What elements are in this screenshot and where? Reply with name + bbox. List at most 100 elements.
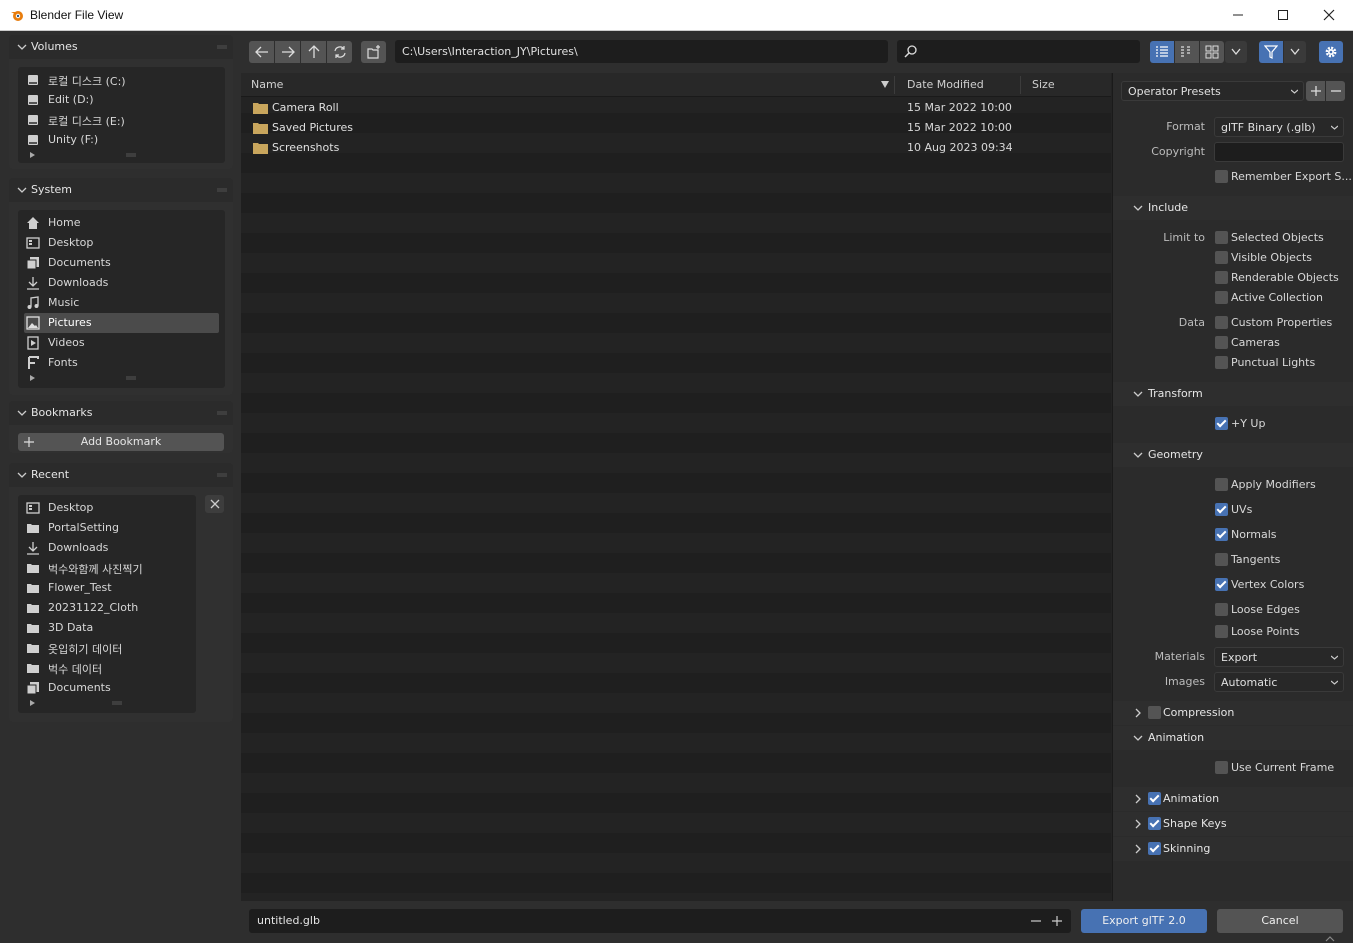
subsection-skinning[interactable]: Skinning: [1113, 837, 1353, 861]
recent-item-portalsetting[interactable]: PortalSetting: [24, 518, 192, 538]
recent-item-documents[interactable]: Documents: [24, 678, 192, 698]
tangents-checkbox[interactable]: [1215, 553, 1228, 566]
file-row[interactable]: Screenshots 10 Aug 2023 09:34: [241, 138, 1111, 158]
refresh-button[interactable]: [327, 41, 352, 63]
apply-modifiers-checkbox[interactable]: [1215, 478, 1228, 491]
normals-checkbox[interactable]: [1215, 528, 1228, 541]
display-list-vertical-button[interactable]: [1150, 41, 1174, 63]
recent-item-desktop[interactable]: Desktop: [24, 498, 192, 518]
sidebar-item-videos[interactable]: Videos: [24, 333, 219, 353]
images-dropdown[interactable]: Automatic: [1214, 672, 1344, 692]
operator-presets-dropdown[interactable]: Operator Presets: [1121, 81, 1304, 101]
drag-grip-icon[interactable]: [217, 45, 227, 49]
sidebar-item-desktop[interactable]: Desktop: [24, 233, 219, 253]
column-size[interactable]: Size: [1032, 78, 1055, 91]
parent-directory-button[interactable]: [301, 41, 326, 63]
back-button[interactable]: [249, 41, 274, 63]
renderable-objects-checkbox[interactable]: [1215, 271, 1228, 284]
bookmarks-header[interactable]: Bookmarks: [9, 401, 233, 425]
recent-item-3d-data[interactable]: 3D Data: [24, 618, 192, 638]
resize-grip-icon[interactable]: [112, 701, 122, 705]
clear-recent-button[interactable]: [205, 495, 224, 513]
compression-checkbox[interactable]: [1148, 706, 1161, 719]
chevron-up-icon[interactable]: [1325, 935, 1335, 942]
volume-item-f[interactable]: Unity (F:): [24, 130, 219, 150]
visible-objects-checkbox[interactable]: [1215, 251, 1228, 264]
vertex-colors-checkbox[interactable]: [1215, 578, 1228, 591]
recent-item-dressup[interactable]: 옷입히기 데이터: [24, 638, 192, 658]
column-date-modified[interactable]: Date Modified: [907, 78, 984, 91]
recent-item-flower-test[interactable]: Flower_Test: [24, 578, 192, 598]
expand-arrow-icon[interactable]: [30, 375, 35, 381]
drag-grip-icon[interactable]: [217, 411, 227, 415]
sidebar-item-pictures[interactable]: Pictures: [24, 313, 219, 333]
skinning-checkbox[interactable]: [1148, 842, 1161, 855]
expand-arrow-icon[interactable]: [30, 152, 35, 158]
copyright-input[interactable]: [1214, 142, 1344, 162]
loose-edges-checkbox[interactable]: [1215, 603, 1228, 616]
section-animation[interactable]: Animation: [1113, 726, 1353, 750]
shape-keys-checkbox[interactable]: [1148, 817, 1161, 830]
drag-grip-icon[interactable]: [217, 188, 227, 192]
section-compression[interactable]: Compression: [1113, 701, 1353, 725]
selected-objects-checkbox[interactable]: [1215, 231, 1228, 244]
expand-arrow-icon[interactable]: [30, 700, 35, 706]
animation-checkbox[interactable]: [1148, 792, 1161, 805]
recent-item-cloth[interactable]: 20231122_Cloth: [24, 598, 192, 618]
file-row[interactable]: Saved Pictures 15 Mar 2022 10:00: [241, 118, 1111, 138]
section-include[interactable]: Include: [1113, 196, 1353, 220]
settings-toggle-button[interactable]: [1319, 41, 1343, 63]
filter-options-dropdown[interactable]: [1284, 41, 1306, 63]
column-name[interactable]: Name: [251, 78, 283, 91]
new-directory-button[interactable]: [361, 41, 386, 63]
subsection-animation[interactable]: Animation: [1113, 787, 1353, 811]
close-window-button[interactable]: [1306, 0, 1352, 30]
volumes-header[interactable]: Volumes: [9, 35, 233, 59]
uvs-checkbox[interactable]: [1215, 503, 1228, 516]
minimize-button[interactable]: [1215, 0, 1261, 30]
display-options-dropdown[interactable]: [1225, 41, 1247, 63]
recent-item-downloads[interactable]: Downloads: [24, 538, 192, 558]
loose-points-checkbox[interactable]: [1215, 625, 1228, 638]
punctual-lights-checkbox[interactable]: [1215, 356, 1228, 369]
materials-dropdown[interactable]: Export: [1214, 647, 1344, 667]
use-current-frame-checkbox[interactable]: [1215, 761, 1228, 774]
directory-path-input[interactable]: C:\Users\Interaction_JY\Pictures\: [395, 40, 888, 63]
section-geometry[interactable]: Geometry: [1113, 443, 1353, 467]
remember-settings-checkbox[interactable]: [1215, 170, 1228, 183]
minus-icon[interactable]: [1031, 916, 1041, 926]
subsection-shape-keys[interactable]: Shape Keys: [1113, 812, 1353, 836]
export-gltf-button[interactable]: Export glTF 2.0: [1081, 909, 1207, 933]
drag-grip-icon[interactable]: [217, 473, 227, 477]
format-dropdown[interactable]: glTF Binary (.glb): [1214, 117, 1344, 137]
forward-button[interactable]: [275, 41, 300, 63]
file-row[interactable]: Camera Roll 15 Mar 2022 10:00: [241, 98, 1111, 118]
recent-header[interactable]: Recent: [9, 463, 233, 487]
resize-grip-icon[interactable]: [126, 376, 136, 380]
custom-properties-checkbox[interactable]: [1215, 316, 1228, 329]
sort-descending-icon[interactable]: [881, 81, 889, 88]
sidebar-item-home[interactable]: Home: [24, 213, 219, 233]
volume-item-d[interactable]: Edit (D:): [24, 90, 219, 110]
filename-input[interactable]: untitled.glb: [249, 909, 1071, 933]
resize-grip-icon[interactable]: [126, 153, 136, 157]
add-preset-button[interactable]: [1306, 81, 1325, 101]
sidebar-item-music[interactable]: Music: [24, 293, 219, 313]
sidebar-item-downloads[interactable]: Downloads: [24, 273, 219, 293]
maximize-button[interactable]: [1260, 0, 1306, 30]
filter-toggle-button[interactable]: [1259, 41, 1283, 63]
cancel-button[interactable]: Cancel: [1217, 909, 1343, 933]
add-bookmark-button[interactable]: Add Bookmark: [18, 433, 224, 451]
sidebar-item-fonts[interactable]: Fonts: [24, 353, 219, 373]
active-collection-checkbox[interactable]: [1215, 291, 1228, 304]
system-header[interactable]: System: [9, 178, 233, 202]
volume-item-c[interactable]: 로컬 디스크 (C:): [24, 70, 219, 90]
cameras-checkbox[interactable]: [1215, 336, 1228, 349]
volume-item-e[interactable]: 로컬 디스크 (E:): [24, 110, 219, 130]
plus-icon[interactable]: [1052, 916, 1062, 926]
search-input[interactable]: [897, 40, 1140, 63]
sidebar-item-documents[interactable]: Documents: [24, 253, 219, 273]
recent-item-photo[interactable]: 벅수와함께 사진찍기: [24, 558, 192, 578]
display-thumbnails-button[interactable]: [1200, 41, 1224, 63]
section-transform[interactable]: Transform: [1113, 382, 1353, 406]
